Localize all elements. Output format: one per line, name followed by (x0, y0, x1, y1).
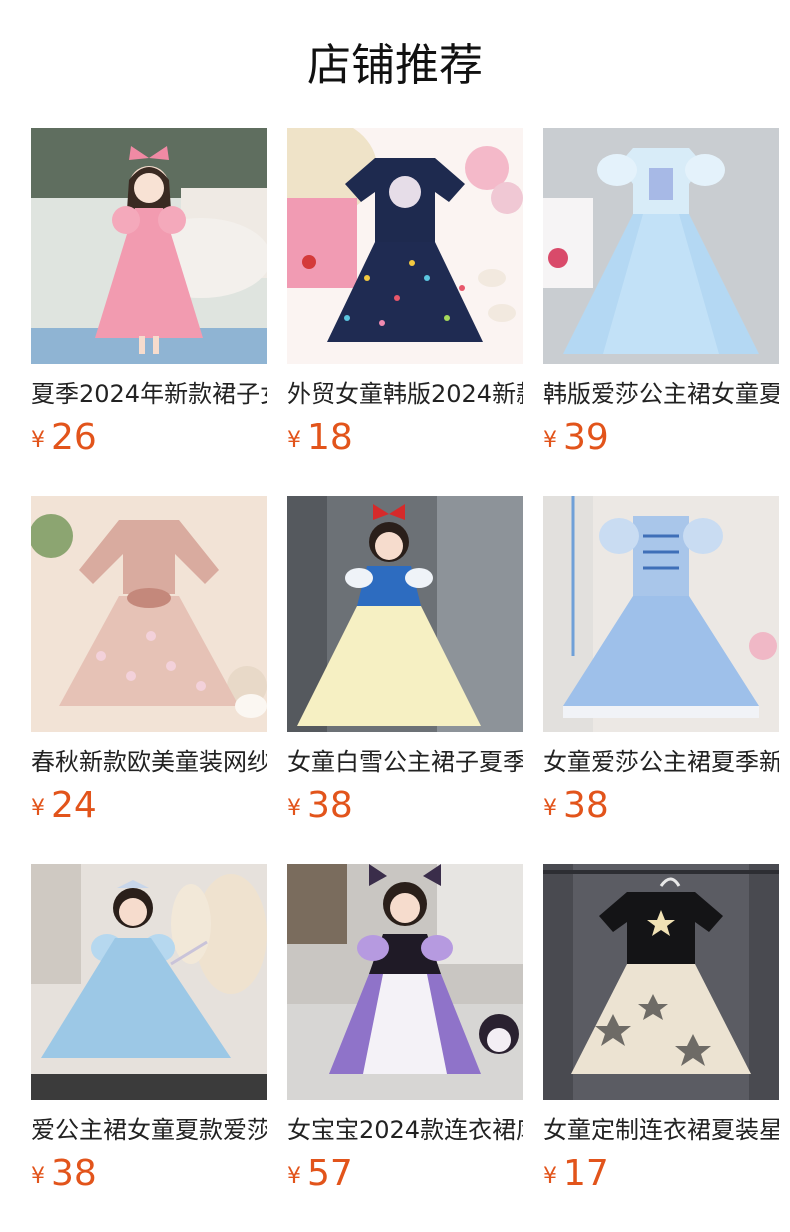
currency-symbol: ¥ (31, 1164, 45, 1189)
product-image[interactable] (31, 128, 267, 364)
product-name[interactable]: 女童白雪公主裙子夏季连衣裙 (287, 746, 523, 778)
product-image[interactable] (543, 864, 779, 1100)
price-value: 38 (307, 785, 353, 826)
product-card[interactable]: 女童定制连衣裙夏装星星裙 ¥17 (543, 864, 779, 1204)
product-image[interactable] (287, 496, 523, 732)
product-price: ¥18 (287, 418, 523, 458)
currency-symbol: ¥ (543, 796, 557, 821)
product-price: ¥38 (31, 1154, 267, 1194)
product-card[interactable]: 夏季2024年新款裙子女童连衣裙 ¥26 (31, 128, 267, 468)
product-image[interactable] (287, 128, 523, 364)
currency-symbol: ¥ (287, 428, 301, 453)
currency-symbol: ¥ (287, 796, 301, 821)
price-value: 17 (563, 1153, 609, 1194)
price-value: 38 (563, 785, 609, 826)
currency-symbol: ¥ (31, 428, 45, 453)
price-value: 39 (563, 417, 609, 458)
product-name[interactable]: 韩版爱莎公主裙女童夏季连衣裙 (543, 378, 779, 410)
product-name[interactable]: 春秋新款欧美童装网纱连衣裙 (31, 746, 267, 778)
price-value: 57 (307, 1153, 353, 1194)
product-price: ¥39 (543, 418, 779, 458)
product-image[interactable] (543, 128, 779, 364)
product-image[interactable] (543, 496, 779, 732)
product-price: ¥57 (287, 1154, 523, 1194)
product-card[interactable]: 女童白雪公主裙子夏季连衣裙 ¥38 (287, 496, 523, 836)
product-card[interactable]: 爱公主裙女童夏款爱莎连衣裙 ¥38 (31, 864, 267, 1204)
product-price: ¥24 (31, 786, 267, 826)
page-title: 店铺推荐 (307, 40, 483, 91)
price-value: 24 (51, 785, 97, 826)
product-name[interactable]: 女童爱莎公主裙夏季新款连衣裙 (543, 746, 779, 778)
product-price: ¥38 (287, 786, 523, 826)
product-name[interactable]: 女宝宝2024款连衣裙库洛米 (287, 1114, 523, 1146)
product-name[interactable]: 夏季2024年新款裙子女童连衣裙 (31, 378, 267, 410)
product-price: ¥26 (31, 418, 267, 458)
product-image[interactable] (31, 864, 267, 1100)
product-image[interactable] (31, 496, 267, 732)
price-value: 38 (51, 1153, 97, 1194)
currency-symbol: ¥ (543, 1164, 557, 1189)
currency-symbol: ¥ (543, 428, 557, 453)
price-value: 26 (51, 417, 97, 458)
product-card[interactable]: 女童爱莎公主裙夏季新款连衣裙 ¥38 (543, 496, 779, 836)
product-card[interactable]: 韩版爱莎公主裙女童夏季连衣裙 ¥39 (543, 128, 779, 468)
product-price: ¥17 (543, 1154, 779, 1194)
product-card[interactable]: 外贸女童韩版2024新款连衣裙 ¥18 (287, 128, 523, 468)
product-card[interactable]: 春秋新款欧美童装网纱连衣裙 ¥24 (31, 496, 267, 836)
product-name[interactable]: 女童定制连衣裙夏装星星裙 (543, 1114, 779, 1146)
currency-symbol: ¥ (287, 1164, 301, 1189)
currency-symbol: ¥ (31, 796, 45, 821)
price-value: 18 (307, 417, 353, 458)
product-image[interactable] (287, 864, 523, 1100)
product-name[interactable]: 外贸女童韩版2024新款连衣裙 (287, 378, 523, 410)
product-card[interactable]: 女宝宝2024款连衣裙库洛米 ¥57 (287, 864, 523, 1204)
product-price: ¥38 (543, 786, 779, 826)
product-name[interactable]: 爱公主裙女童夏款爱莎连衣裙 (31, 1114, 267, 1146)
